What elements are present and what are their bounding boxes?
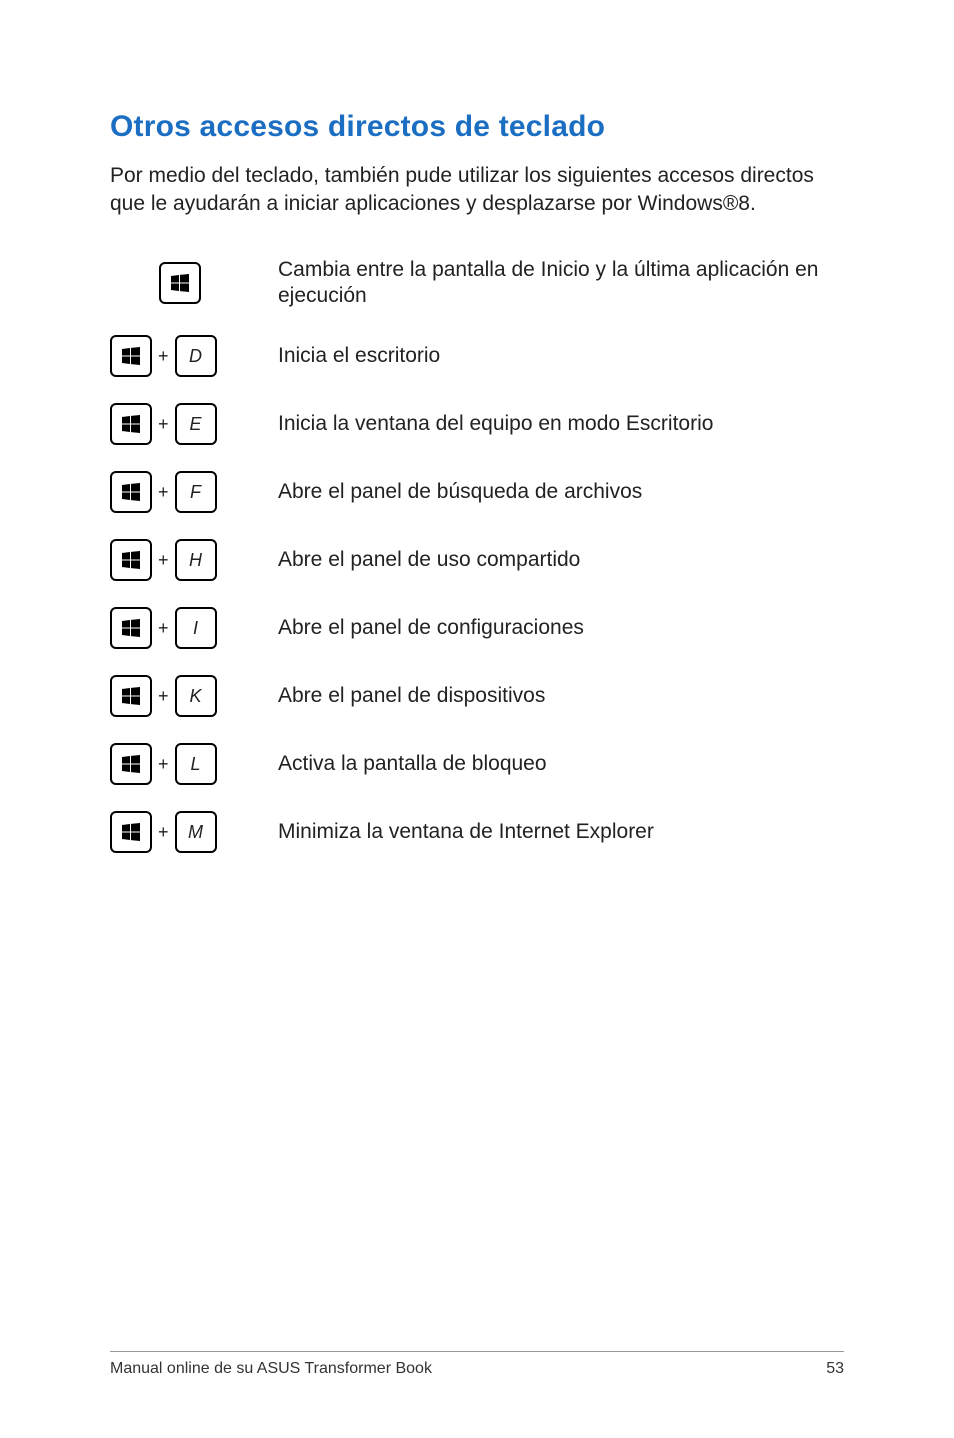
letter-key: L (175, 743, 217, 785)
shortcut-row: +DInicia el escritorio (110, 335, 844, 377)
shortcut-row: +FAbre el panel de búsqueda de archivos (110, 471, 844, 513)
windows-logo-icon (122, 687, 140, 705)
plus-separator: + (158, 618, 169, 639)
key-combo: +K (110, 675, 250, 717)
shortcut-description: Inicia la ventana del equipo en modo Esc… (278, 411, 713, 437)
letter-key: D (175, 335, 217, 377)
windows-key-icon (110, 743, 152, 785)
plus-separator: + (158, 822, 169, 843)
windows-logo-icon (122, 483, 140, 501)
windows-logo-icon (122, 755, 140, 773)
shortcut-row: +LActiva la pantalla de bloqueo (110, 743, 844, 785)
windows-key-icon (110, 811, 152, 853)
windows-logo-icon (122, 823, 140, 841)
intro-paragraph: Por medio del teclado, también pude util… (110, 162, 844, 219)
shortcut-row: +MMinimiza la ventana de Internet Explor… (110, 811, 844, 853)
shortcut-row: +HAbre el panel de uso compartido (110, 539, 844, 581)
windows-key-icon (159, 262, 201, 304)
windows-logo-icon (171, 274, 189, 292)
windows-key-icon (110, 539, 152, 581)
letter-key: I (175, 607, 217, 649)
letter-key: F (175, 471, 217, 513)
shortcut-row: +KAbre el panel de dispositivos (110, 675, 844, 717)
shortcut-description: Cambia entre la pantalla de Inicio y la … (278, 257, 844, 310)
key-combo: +I (110, 607, 250, 649)
document-page: Otros accesos directos de teclado Por me… (0, 0, 954, 1438)
plus-separator: + (158, 550, 169, 571)
footer-text: Manual online de su ASUS Transformer Boo… (110, 1360, 432, 1378)
page-number: 53 (826, 1360, 844, 1378)
shortcut-row: Cambia entre la pantalla de Inicio y la … (110, 257, 844, 310)
windows-logo-icon (122, 551, 140, 569)
plus-separator: + (158, 686, 169, 707)
letter-key: M (175, 811, 217, 853)
windows-key-icon (110, 471, 152, 513)
plus-separator: + (158, 346, 169, 367)
windows-key-icon (110, 403, 152, 445)
shortcuts-list: Cambia entre la pantalla de Inicio y la … (110, 257, 844, 854)
windows-key-icon (110, 335, 152, 377)
key-combo: +F (110, 471, 250, 513)
windows-logo-icon (122, 415, 140, 433)
key-combo: +M (110, 811, 250, 853)
shortcut-description: Abre el panel de uso compartido (278, 547, 580, 573)
letter-key: K (175, 675, 217, 717)
key-combo: +L (110, 743, 250, 785)
page-heading: Otros accesos directos de teclado (110, 110, 844, 144)
plus-separator: + (158, 414, 169, 435)
shortcut-description: Abre el panel de dispositivos (278, 683, 545, 709)
letter-key: E (175, 403, 217, 445)
plus-separator: + (158, 754, 169, 775)
key-combo: +E (110, 403, 250, 445)
key-combo (110, 262, 250, 304)
key-combo: +D (110, 335, 250, 377)
page-footer: Manual online de su ASUS Transformer Boo… (110, 1351, 844, 1378)
windows-key-icon (110, 675, 152, 717)
letter-key: H (175, 539, 217, 581)
plus-separator: + (158, 482, 169, 503)
shortcut-description: Inicia el escritorio (278, 343, 440, 369)
shortcut-description: Abre el panel de búsqueda de archivos (278, 479, 642, 505)
shortcut-row: +EInicia la ventana del equipo en modo E… (110, 403, 844, 445)
shortcut-description: Minimiza la ventana de Internet Explorer (278, 819, 654, 845)
windows-logo-icon (122, 347, 140, 365)
shortcut-description: Abre el panel de configuraciones (278, 615, 584, 641)
key-combo: +H (110, 539, 250, 581)
shortcut-row: +IAbre el panel de configuraciones (110, 607, 844, 649)
shortcut-description: Activa la pantalla de bloqueo (278, 751, 547, 777)
windows-logo-icon (122, 619, 140, 637)
windows-key-icon (110, 607, 152, 649)
